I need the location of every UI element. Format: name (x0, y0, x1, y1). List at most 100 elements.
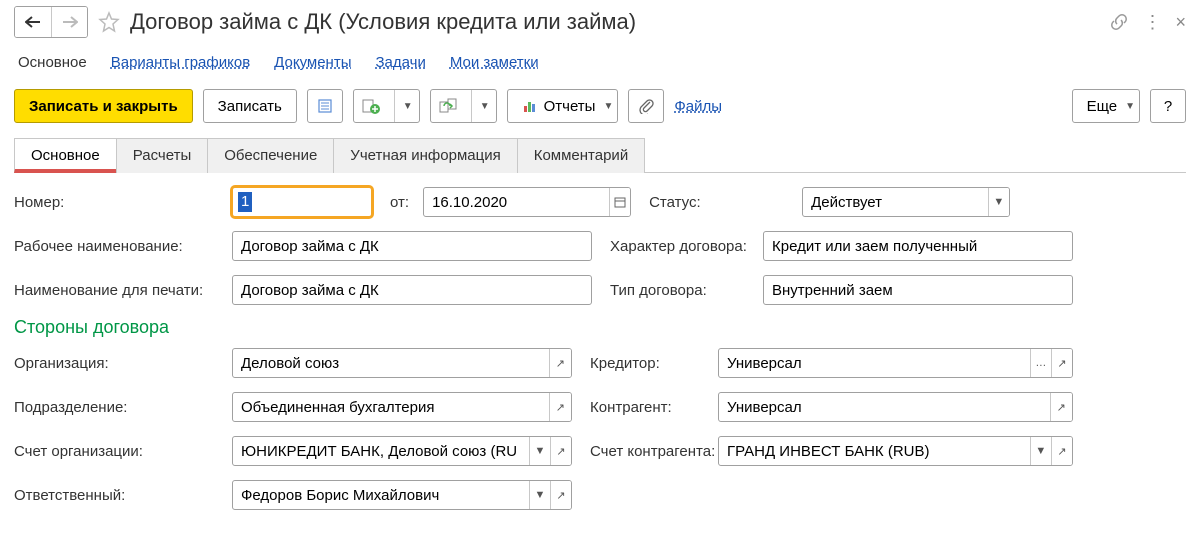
save-close-button[interactable]: Записать и закрыть (14, 89, 193, 123)
link-icon[interactable] (1109, 12, 1129, 32)
open-icon[interactable]: ↗ (550, 437, 571, 465)
counterparty-input[interactable] (719, 393, 1050, 421)
reports-button[interactable]: Отчеты ▼ (507, 89, 619, 123)
cmdlink-notes[interactable]: Мои заметки (450, 54, 539, 71)
orgaccount-input[interactable] (233, 437, 529, 465)
open-icon[interactable]: ↗ (1051, 349, 1072, 377)
toolbar: Записать и закрыть Записать ▼ ▼ Отчеты ▼ (14, 89, 1186, 123)
save-label: Записать (218, 98, 282, 115)
list-icon (317, 98, 333, 114)
status-input[interactable] (803, 188, 988, 216)
help-button[interactable]: ? (1150, 89, 1186, 123)
reports-label: Отчеты (544, 98, 596, 115)
nature-input[interactable] (764, 232, 1072, 260)
form-main: Номер: 1 от: Статус: ▼ Рабочее наименова… (14, 173, 1186, 512)
chevron-down-icon[interactable]: ▼ (988, 188, 1009, 216)
tab-accounting[interactable]: Учетная информация (333, 138, 517, 173)
favorite-star-icon[interactable] (96, 9, 122, 35)
chevron-down-icon: ▼ (1125, 101, 1135, 112)
responsible-input[interactable] (233, 481, 529, 509)
more-label: Еще (1087, 98, 1118, 115)
org-label: Организация: (14, 355, 224, 372)
chevron-down-icon[interactable]: ▼ (1030, 437, 1051, 465)
paperclip-icon (638, 98, 654, 114)
open-icon[interactable]: ↗ (549, 349, 571, 377)
files-link[interactable]: Файлы (674, 98, 722, 115)
help-label: ? (1164, 98, 1172, 115)
number-input-wrap: 1 (232, 187, 372, 217)
printname-label: Наименование для печати: (14, 282, 224, 299)
dept-label: Подразделение: (14, 399, 224, 416)
org-input-wrap: ↗ (232, 348, 572, 378)
tabs: Основное Расчеты Обеспечение Учетная инф… (14, 137, 1186, 173)
cmdlink-variants[interactable]: Варианты графиков (111, 54, 250, 71)
number-input[interactable]: 1 (238, 192, 252, 212)
page-title: Договор займа с ДК (Условия кредита или … (130, 9, 1101, 35)
tab-calc[interactable]: Расчеты (116, 138, 209, 173)
list-button[interactable] (307, 89, 343, 123)
related-button[interactable]: ▼ (430, 89, 497, 123)
counterparty-label: Контрагент: (580, 399, 710, 416)
type-input[interactable] (764, 276, 1072, 304)
from-label: от: (380, 194, 415, 211)
create-based-button[interactable]: ▼ (353, 89, 420, 123)
date-input-wrap (423, 187, 631, 217)
workname-label: Рабочее наименование: (14, 238, 224, 255)
kebab-menu-icon[interactable]: ⋮ (1143, 12, 1161, 33)
chevron-down-icon: ▼ (403, 101, 413, 112)
chevron-down-icon: ▼ (480, 101, 490, 112)
cmdlink-documents[interactable]: Документы (274, 54, 351, 71)
close-icon[interactable]: × (1175, 12, 1186, 33)
responsible-label: Ответственный: (14, 487, 224, 504)
counterparty-input-wrap: ↗ (718, 392, 1073, 422)
more-button[interactable]: Еще ▼ (1072, 89, 1140, 123)
back-button[interactable] (15, 7, 51, 37)
tab-comment[interactable]: Комментарий (517, 138, 645, 173)
workname-input[interactable] (233, 232, 591, 260)
type-label: Тип договора: (600, 282, 755, 299)
open-icon[interactable]: ↗ (550, 481, 571, 509)
creditor-input-wrap: … ↗ (718, 348, 1073, 378)
nature-input-wrap (763, 231, 1073, 261)
doc-plus-icon (362, 98, 380, 114)
save-close-label: Записать и закрыть (29, 98, 178, 115)
ellipsis-icon[interactable]: … (1030, 349, 1051, 377)
nature-label: Характер договора: (600, 238, 755, 255)
forward-button[interactable] (51, 7, 87, 37)
type-input-wrap (763, 275, 1073, 305)
chevron-down-icon[interactable]: ▼ (529, 481, 550, 509)
cpaccount-input[interactable] (719, 437, 1030, 465)
cmdlink-main[interactable]: Основное (18, 54, 87, 71)
printname-input[interactable] (233, 276, 591, 304)
status-input-wrap: ▼ (802, 187, 1010, 217)
creditor-input[interactable] (719, 349, 1030, 377)
arrow-left-icon (25, 16, 41, 28)
arrow-right-icon (62, 16, 78, 28)
parties-section-title: Стороны договора (14, 317, 1186, 338)
workname-input-wrap (232, 231, 592, 261)
tab-collateral[interactable]: Обеспечение (207, 138, 334, 173)
attach-button[interactable] (628, 89, 664, 123)
dept-input-wrap: ↗ (232, 392, 572, 422)
org-input[interactable] (233, 349, 549, 377)
orgaccount-input-wrap: ▼ ↗ (232, 436, 572, 466)
save-button[interactable]: Записать (203, 89, 297, 123)
open-icon[interactable]: ↗ (549, 393, 571, 421)
chart-icon (522, 98, 538, 114)
open-icon[interactable]: ↗ (1050, 393, 1072, 421)
command-links: Основное Варианты графиков Документы Зад… (18, 54, 1186, 71)
cpaccount-label: Счет контрагента: (580, 443, 710, 460)
chevron-down-icon: ▼ (603, 101, 613, 112)
nav-buttons (14, 6, 88, 38)
creditor-label: Кредитор: (580, 355, 710, 372)
cmdlink-tasks[interactable]: Задачи (376, 54, 426, 71)
open-icon[interactable]: ↗ (1051, 437, 1072, 465)
docs-swap-icon (439, 98, 457, 114)
dept-input[interactable] (233, 393, 549, 421)
orgaccount-label: Счет организации: (14, 443, 224, 460)
tab-main[interactable]: Основное (14, 138, 117, 173)
calendar-icon[interactable] (609, 188, 630, 216)
chevron-down-icon[interactable]: ▼ (529, 437, 550, 465)
date-input[interactable] (424, 188, 609, 216)
number-label: Номер: (14, 194, 224, 211)
